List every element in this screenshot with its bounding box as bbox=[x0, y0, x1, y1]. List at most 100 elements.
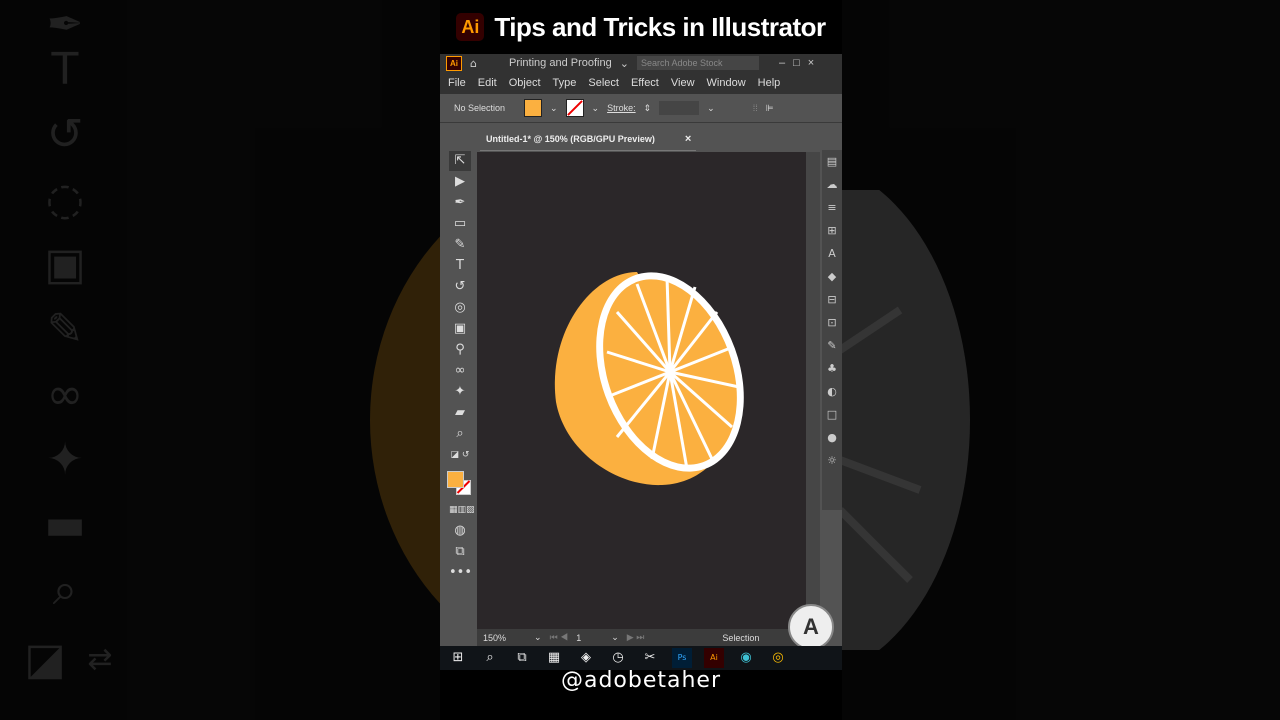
blurred-background-right bbox=[840, 0, 1280, 720]
photoshop-icon[interactable]: Ps bbox=[672, 648, 692, 668]
close-window-icon[interactable]: × bbox=[808, 57, 814, 69]
character-icon[interactable]: A bbox=[822, 242, 842, 265]
illustrator-icon[interactable]: Ai bbox=[704, 648, 724, 668]
home-icon[interactable]: ⌂ bbox=[470, 57, 477, 70]
fill-stroke-widget[interactable] bbox=[446, 469, 474, 499]
search-stock-input[interactable]: Search Adobe Stock bbox=[636, 56, 759, 70]
appearance-icon[interactable]: ◆ bbox=[822, 265, 842, 288]
fill-swatch[interactable] bbox=[524, 99, 542, 117]
menu-view[interactable]: View bbox=[671, 77, 695, 89]
menu-bar: File Edit Object Type Select Effect View… bbox=[440, 72, 842, 94]
video-title-bar: Ai Tips and Tricks in Illustrator bbox=[440, 0, 842, 54]
menu-select[interactable]: Select bbox=[588, 77, 619, 89]
edge-icon[interactable]: ◉ bbox=[736, 648, 756, 668]
gradient-tool-icon[interactable]: ▣ bbox=[449, 319, 471, 339]
stroke-weight-dropdown-icon[interactable]: ⌄ bbox=[707, 103, 715, 114]
search-icon[interactable]: ⌕ bbox=[480, 648, 500, 668]
swatches-icon[interactable]: ☼ bbox=[822, 449, 842, 472]
clock-icon[interactable]: ◷ bbox=[608, 648, 628, 668]
maximize-icon[interactable]: □ bbox=[793, 57, 800, 69]
rectangle-tool-icon[interactable]: ▭ bbox=[449, 214, 471, 234]
menu-window[interactable]: Window bbox=[707, 77, 746, 89]
shape-builder-tool-icon[interactable]: ◎ bbox=[449, 298, 471, 318]
default-colors-icon[interactable]: ◪ ↺ bbox=[449, 445, 471, 465]
properties-icon[interactable]: ▤ bbox=[822, 150, 842, 173]
brushes-icon[interactable]: ✎ bbox=[822, 334, 842, 357]
chevron-down-icon[interactable]: ⌄ bbox=[620, 57, 629, 70]
video-title: Tips and Tricks in Illustrator bbox=[494, 11, 826, 42]
color-panel-icon[interactable]: ● bbox=[822, 426, 842, 449]
menu-edit[interactable]: Edit bbox=[478, 77, 497, 89]
artboards-icon[interactable]: ⊞ bbox=[822, 219, 842, 242]
fill-indicator[interactable] bbox=[447, 471, 464, 488]
drawing-mode-icon[interactable]: ◍ bbox=[449, 521, 471, 541]
type-tool-icon[interactable]: T bbox=[449, 256, 471, 276]
transparency-icon[interactable]: ◐ bbox=[822, 380, 842, 403]
eyedropper-tool-icon[interactable]: ⚲ bbox=[449, 340, 471, 360]
windows-start-icon[interactable]: ⊞ bbox=[448, 648, 468, 668]
align-icon[interactable]: ⁞⁞ bbox=[753, 103, 758, 113]
dim-overlay bbox=[0, 0, 440, 720]
distribute-icon[interactable]: ⊫ bbox=[766, 103, 774, 114]
artboard-number[interactable]: 1 bbox=[576, 633, 581, 643]
windows-taskbar: ⊞ ⌕ ⧉ ▦ ◈ ◷ ✂ Ps Ai ◉ ◎ bbox=[440, 646, 842, 670]
document-tab-label: Untitled-1* @ 150% (RGB/GPU Preview) bbox=[486, 134, 655, 144]
task-view-icon[interactable]: ⧉ bbox=[512, 648, 532, 668]
zoom-dropdown-icon[interactable]: ⌄ bbox=[534, 632, 542, 643]
app-icon[interactable]: ◈ bbox=[576, 648, 596, 668]
menu-help[interactable]: Help bbox=[758, 77, 781, 89]
menu-type[interactable]: Type bbox=[553, 77, 577, 89]
control-bar: No Selection ⌄ ⌄ Stroke: ⇕ ⌄ ⁞⁞ ⊫ bbox=[440, 94, 842, 123]
pin-tool-icon[interactable]: ✦ bbox=[449, 382, 471, 402]
orange-slice-artwork[interactable] bbox=[477, 152, 806, 629]
video-frame: Ai Tips and Tricks in Illustrator Ai ⌂ P… bbox=[440, 0, 842, 720]
app-logo-icon: Ai bbox=[446, 55, 462, 71]
document-tab[interactable]: Untitled-1* @ 150% (RGB/GPU Preview) × bbox=[480, 128, 696, 151]
minimize-icon[interactable]: – bbox=[779, 57, 785, 69]
fill-dropdown-icon[interactable]: ⌄ bbox=[550, 103, 558, 114]
symbols-icon[interactable]: ♣ bbox=[822, 357, 842, 380]
workspace-switcher[interactable]: Printing and Proofing bbox=[509, 57, 612, 69]
toolbox: ⇱ ▶ ✒ ▭ ✎ T ↺ ◎ ▣ ⚲ ∞ ✦ ▰ ⌕ ◪ ↺ ▦▥▨ ◍ ⧉ … bbox=[446, 150, 475, 590]
layers-icon[interactable]: ≡ bbox=[822, 196, 842, 219]
selection-status: No Selection bbox=[454, 103, 506, 113]
artboard-dropdown-icon[interactable]: ⌄ bbox=[611, 632, 619, 643]
direct-selection-tool-icon[interactable]: ▶ bbox=[449, 172, 471, 192]
transform-icon[interactable]: ⊡ bbox=[822, 311, 842, 334]
libraries-icon[interactable]: ☁ bbox=[822, 173, 842, 196]
screen-mode-icon[interactable]: ⧉ bbox=[449, 542, 471, 562]
artboard-nav-icon[interactable]: ⏮ ◀ bbox=[550, 632, 569, 643]
chrome-icon[interactable]: ◎ bbox=[768, 648, 788, 668]
creator-handle: @adobetaher bbox=[560, 668, 722, 693]
selection-tool-icon[interactable]: ⇱ bbox=[449, 151, 471, 171]
rotate-tool-icon[interactable]: ↺ bbox=[449, 277, 471, 297]
calculator-icon[interactable]: ▦ bbox=[544, 648, 564, 668]
menu-effect[interactable]: Effect bbox=[631, 77, 659, 89]
color-mode-icon[interactable]: ▦▥▨ bbox=[449, 500, 475, 520]
zoom-tool-icon[interactable]: ⌕ bbox=[449, 424, 471, 444]
current-tool-status: Selection bbox=[722, 632, 760, 643]
menu-file[interactable]: File bbox=[448, 77, 466, 89]
app-title-bar: Ai ⌂ Printing and Proofing ⌄ Search Adob… bbox=[440, 54, 842, 72]
align-panel-icon[interactable]: ⊟ bbox=[822, 288, 842, 311]
channel-logo: A bbox=[788, 604, 834, 650]
stroke-stepper-icon[interactable]: ⇕ bbox=[644, 103, 652, 114]
close-tab-icon[interactable]: × bbox=[685, 133, 691, 145]
stroke-panel-icon[interactable]: □ bbox=[822, 403, 842, 426]
zoom-level[interactable]: 150% bbox=[483, 633, 506, 643]
artboard-canvas[interactable] bbox=[477, 152, 806, 629]
blend-tool-icon[interactable]: ∞ bbox=[449, 361, 471, 381]
pen-tool-icon[interactable]: ✒ bbox=[449, 193, 471, 213]
stroke-dropdown-icon[interactable]: ⌄ bbox=[592, 103, 600, 114]
vertical-scrollbar[interactable] bbox=[806, 152, 820, 629]
stroke-weight-input[interactable] bbox=[659, 101, 700, 115]
eraser-tool-icon[interactable]: ▰ bbox=[449, 403, 471, 423]
artboard-next-icon[interactable]: ▶ ⏭ bbox=[627, 632, 645, 643]
capcut-icon[interactable]: ✂ bbox=[640, 648, 660, 668]
paintbrush-tool-icon[interactable]: ✎ bbox=[449, 235, 471, 255]
menu-object[interactable]: Object bbox=[509, 77, 541, 89]
stroke-swatch[interactable] bbox=[565, 99, 584, 117]
panel-dock: ▤ ☁ ≡ ⊞ A ◆ ⊟ ⊡ ✎ ♣ ◐ □ ● ☼ bbox=[822, 150, 842, 510]
more-tools-icon[interactable]: ••• bbox=[449, 563, 472, 583]
stroke-label[interactable]: Stroke: bbox=[607, 103, 636, 113]
